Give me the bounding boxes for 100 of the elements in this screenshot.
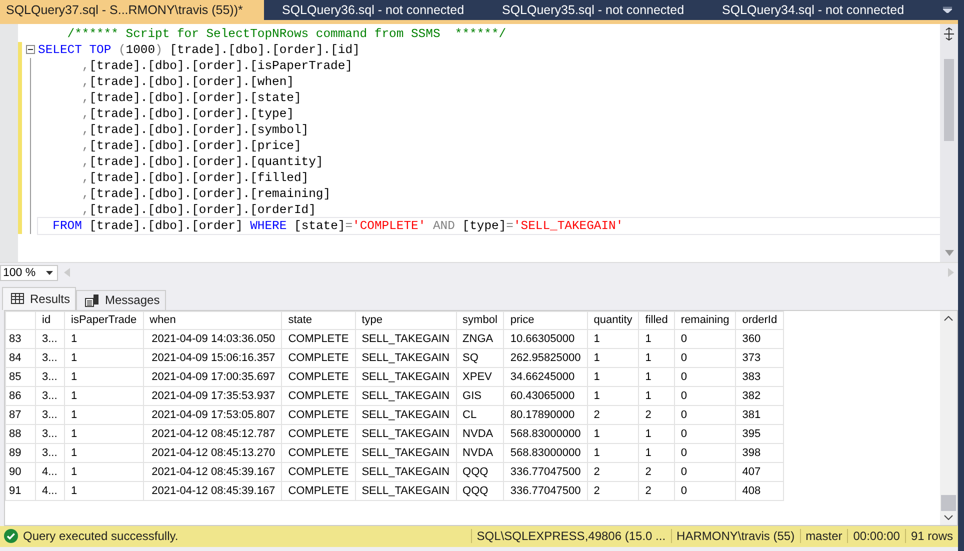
table-cell[interactable]: SELL_TAKEGAIN	[355, 386, 456, 406]
table-cell[interactable]: 1	[64, 348, 144, 368]
table-cell[interactable]: COMPLETE	[282, 405, 356, 424]
column-header[interactable]: remaining	[674, 311, 736, 330]
table-cell[interactable]: 2021-04-09 17:53:05.807	[143, 405, 282, 424]
table-cell[interactable]: SQ	[456, 348, 504, 368]
column-header[interactable]: type	[355, 311, 456, 330]
table-cell[interactable]: SELL_TAKEGAIN	[355, 481, 456, 500]
dropdown-icon[interactable]	[943, 6, 952, 13]
table-cell[interactable]: 2	[587, 462, 639, 482]
table-cell[interactable]: 2	[638, 462, 674, 482]
table-cell[interactable]: 1	[638, 329, 674, 348]
table-cell[interactable]: 1	[64, 443, 144, 462]
table-cell[interactable]: 2021-04-09 17:35:53.937	[143, 386, 282, 406]
table-cell[interactable]: 360	[736, 329, 784, 348]
table-cell[interactable]: GIS	[456, 386, 504, 406]
collapse-icon[interactable]	[26, 45, 34, 54]
table-cell[interactable]: COMPLETE	[282, 367, 356, 386]
table-cell[interactable]: 1	[587, 424, 639, 444]
row-number[interactable]: 86	[6, 386, 36, 406]
table-cell[interactable]: 2	[638, 481, 674, 500]
split-icon[interactable]	[943, 26, 955, 41]
table-cell[interactable]: 34.66245000	[504, 367, 588, 386]
scroll-down-icon[interactable]	[944, 514, 953, 520]
row-number[interactable]: 88	[6, 424, 36, 444]
table-cell[interactable]: 568.83000000	[504, 424, 588, 444]
table-cell[interactable]: 1	[64, 386, 144, 406]
table-cell[interactable]: 398	[736, 443, 784, 462]
vertical-scrollbar[interactable]	[940, 310, 957, 525]
table-cell[interactable]: 568.83000000	[504, 443, 588, 462]
table-cell[interactable]: 382	[736, 386, 784, 406]
table-cell[interactable]: 1	[64, 481, 144, 500]
table-cell[interactable]: 10.66305000	[504, 329, 588, 348]
table-cell[interactable]: 2	[638, 405, 674, 424]
column-header[interactable]: symbol	[456, 311, 504, 330]
table-cell[interactable]: 80.17890000	[504, 405, 588, 424]
results-tab[interactable]: Results	[2, 286, 76, 310]
table-cell[interactable]: 3...	[36, 386, 64, 406]
table-cell[interactable]: 1	[64, 367, 144, 386]
table-cell[interactable]: 1	[587, 443, 639, 462]
table-cell[interactable]: 0	[674, 424, 736, 444]
table-cell[interactable]: 4...	[36, 481, 64, 500]
table-cell[interactable]: 2021-04-09 17:00:35.697	[143, 367, 282, 386]
column-header[interactable]: price	[504, 311, 588, 330]
table-cell[interactable]: 336.77047500	[504, 481, 588, 500]
document-tab[interactable]: SQLQuery34.sql - not connected	[716, 0, 924, 20]
table-cell[interactable]: 0	[674, 462, 736, 482]
table-cell[interactable]: 1	[64, 462, 144, 482]
vertical-scrollbar[interactable]	[940, 24, 958, 262]
table-cell[interactable]: 2021-04-09 15:06:16.357	[143, 348, 282, 368]
table-cell[interactable]: 1	[64, 424, 144, 444]
row-number[interactable]: 90	[6, 462, 36, 482]
table-cell[interactable]: 262.95825000	[504, 348, 588, 368]
table-cell[interactable]: SELL_TAKEGAIN	[355, 462, 456, 482]
table-cell[interactable]: 1	[638, 443, 674, 462]
caret-icon[interactable]	[46, 270, 53, 275]
table-cell[interactable]: 1	[638, 348, 674, 368]
table-cell[interactable]: QQQ	[456, 481, 504, 500]
table-cell[interactable]: 0	[674, 367, 736, 386]
table-cell[interactable]: SELL_TAKEGAIN	[355, 329, 456, 348]
column-header[interactable]: state	[282, 311, 356, 330]
table-cell[interactable]: 395	[736, 424, 784, 444]
document-tab[interactable]: SQLQuery36.sql - not connected	[276, 0, 484, 20]
document-tab[interactable]: SQLQuery35.sql - not connected	[496, 0, 704, 20]
table-cell[interactable]: COMPLETE	[282, 348, 356, 368]
row-number[interactable]: 85	[6, 367, 36, 386]
table-cell[interactable]: 3...	[36, 424, 64, 444]
scroll-thumb[interactable]	[944, 58, 954, 141]
table-cell[interactable]: 1	[587, 348, 639, 368]
table-cell[interactable]: SELL_TAKEGAIN	[355, 424, 456, 444]
table-cell[interactable]: ZNGA	[456, 329, 504, 348]
document-tab[interactable]: SQLQuery37.sql - S...RMONY\travis (55))*	[0, 0, 264, 20]
zoom-dropdown[interactable]: 100 %	[0, 264, 58, 281]
table-cell[interactable]: 60.43065000	[504, 386, 588, 406]
table-cell[interactable]: 1	[587, 329, 639, 348]
column-header[interactable]: filled	[638, 311, 674, 330]
table-cell[interactable]: 3...	[36, 367, 64, 386]
table-cell[interactable]: 0	[674, 386, 736, 406]
scroll-up-icon[interactable]	[944, 316, 953, 321]
table-cell[interactable]: 373	[736, 348, 784, 368]
table-cell[interactable]: SELL_TAKEGAIN	[355, 367, 456, 386]
table-cell[interactable]: 381	[736, 405, 784, 424]
table-cell[interactable]: 0	[674, 405, 736, 424]
table-cell[interactable]: COMPLETE	[282, 424, 356, 444]
table-cell[interactable]: 1	[587, 367, 639, 386]
table-cell[interactable]: COMPLETE	[282, 481, 356, 500]
table-cell[interactable]: 1	[64, 329, 144, 348]
table-cell[interactable]: COMPLETE	[282, 462, 356, 482]
table-cell[interactable]: 2	[587, 405, 639, 424]
table-cell[interactable]: 2021-04-12 08:45:12.787	[143, 424, 282, 444]
column-header[interactable]: isPaperTrade	[64, 311, 144, 330]
table-cell[interactable]: QQQ	[456, 462, 504, 482]
table-cell[interactable]: 3...	[36, 348, 64, 368]
table-cell[interactable]: 0	[674, 481, 736, 500]
table-cell[interactable]: SELL_TAKEGAIN	[355, 348, 456, 368]
table-cell[interactable]: 336.77047500	[504, 462, 588, 482]
row-number[interactable]: 91	[6, 481, 36, 500]
column-header[interactable]: quantity	[587, 311, 639, 330]
table-cell[interactable]: NVDA	[456, 443, 504, 462]
table-cell[interactable]: 2021-04-09 14:03:36.050	[143, 329, 282, 348]
